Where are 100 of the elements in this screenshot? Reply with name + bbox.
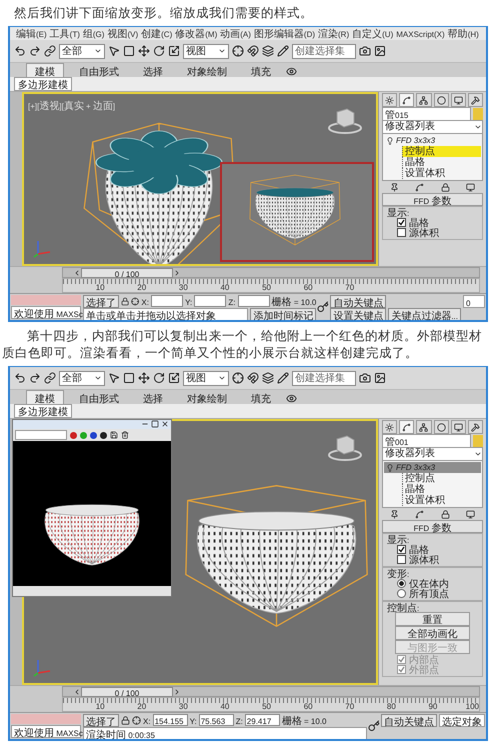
monitor-icon[interactable]	[466, 182, 475, 192]
move-icon[interactable]	[138, 372, 150, 384]
menu-item[interactable]: 创建(C)	[141, 27, 172, 40]
lightbulb-icon[interactable]	[386, 136, 394, 144]
object-color-swatch[interactable]	[473, 108, 483, 120]
key-filters-button[interactable]: 关键点过滤器...	[388, 308, 461, 320]
command-panel-tab[interactable]	[416, 420, 432, 434]
panel-button[interactable]: 全部动画化	[395, 626, 470, 640]
menu-item[interactable]: 图形编辑器(D)	[254, 27, 316, 40]
previous-icon[interactable]	[73, 268, 81, 276]
undo-icon[interactable]	[14, 45, 26, 57]
snap-icon[interactable]	[247, 45, 259, 57]
stack-item[interactable]: FFD 3x3x3	[384, 135, 481, 146]
stack-subitem[interactable]: 设置体积	[402, 495, 481, 506]
radio-button[interactable]	[397, 588, 406, 598]
key-icon[interactable]	[368, 720, 380, 732]
panel-tab-icon[interactable]	[470, 96, 480, 104]
command-panel-tab[interactable]	[468, 420, 484, 434]
auto-key-button[interactable]: 自动关键点	[381, 714, 437, 726]
pencil-icon[interactable]	[277, 45, 289, 57]
circle-icon[interactable]	[100, 432, 107, 438]
panel-tab-icon[interactable]	[436, 422, 446, 432]
radio-button[interactable]	[397, 578, 406, 588]
display-options-icon[interactable]	[286, 66, 297, 77]
stack-subitem[interactable]: 控制点	[402, 473, 481, 484]
auto-key-button[interactable]: 自动关键点	[330, 294, 386, 308]
channel-dropdown[interactable]	[15, 430, 67, 440]
key-icon[interactable]	[317, 301, 330, 313]
stack-subitem[interactable]: 设置体积	[402, 168, 481, 179]
crosshair-icon[interactable]	[132, 716, 141, 724]
link-icon[interactable]	[44, 372, 56, 384]
caret-icon[interactable]	[94, 374, 102, 382]
caret-icon[interactable]	[94, 47, 102, 55]
undo-icon[interactable]	[14, 372, 26, 384]
display-options-icon[interactable]	[286, 393, 297, 404]
selection-status[interactable]: 选择了	[83, 714, 119, 726]
ribbon-tab[interactable]: 填充	[242, 390, 280, 404]
link-icon[interactable]	[44, 45, 56, 57]
circle-icon[interactable]	[90, 432, 97, 438]
image-icon[interactable]	[374, 372, 386, 384]
panel-tab-icon[interactable]	[385, 422, 394, 432]
layers-icon[interactable]	[262, 372, 274, 384]
camera-icon[interactable]	[359, 372, 371, 384]
menu-item[interactable]: 编辑(E)	[16, 27, 47, 40]
maximize-icon[interactable]	[151, 420, 159, 428]
curve-icon[interactable]	[415, 510, 424, 518]
pin-icon[interactable]	[390, 182, 400, 192]
snap-icon[interactable]	[247, 372, 259, 384]
ribbon-tab[interactable]: 建模	[26, 63, 64, 77]
menu-item[interactable]: 修改器(M)	[175, 27, 218, 40]
time-slider-thumb[interactable]: 0 / 100	[81, 268, 173, 278]
caret-icon[interactable]	[218, 47, 226, 55]
scale-icon[interactable]	[168, 372, 180, 384]
menu-item[interactable]: 动画(A)	[220, 27, 251, 40]
coordinate-field[interactable]: 29.417	[244, 714, 280, 726]
previous-icon[interactable]	[73, 688, 81, 696]
next-icon[interactable]	[173, 268, 181, 276]
maxscript-field[interactable]: 欢迎使用 MAXSc	[11, 306, 81, 319]
modifier-list-dropdown[interactable]: 修改器列表	[382, 446, 483, 460]
checkbox[interactable]	[397, 228, 406, 236]
caret-icon[interactable]	[218, 374, 226, 382]
checkbox[interactable]	[397, 554, 406, 564]
command-panel-tab[interactable]	[450, 93, 466, 107]
trash-icon[interactable]	[121, 431, 129, 439]
select-icon[interactable]	[108, 45, 120, 57]
stack-item[interactable]: FFD 3x3x3	[384, 462, 481, 473]
coordinate-field[interactable]	[194, 295, 226, 307]
redo-icon[interactable]	[29, 45, 41, 57]
panel-tab-icon[interactable]	[419, 422, 428, 432]
lock-icon[interactable]	[121, 296, 130, 306]
lock-icon[interactable]	[121, 716, 130, 724]
layers-icon[interactable]	[262, 45, 274, 57]
close-icon[interactable]	[161, 420, 169, 428]
object-name-field[interactable]: 管001	[382, 434, 471, 448]
checkbox[interactable]	[397, 544, 406, 554]
ribbon-tab[interactable]: 填充	[242, 63, 280, 77]
coordinate-field[interactable]	[150, 295, 184, 307]
curve-icon[interactable]	[415, 182, 424, 192]
command-panel-tab[interactable]	[450, 420, 466, 434]
command-panel-tab[interactable]	[416, 93, 432, 107]
viewcube-icon[interactable]	[328, 433, 362, 461]
pencil-icon[interactable]	[277, 372, 289, 384]
frame-field[interactable]: 0	[463, 295, 485, 308]
coordinate-field[interactable]: 75.563	[198, 714, 234, 726]
move-icon[interactable]	[138, 45, 150, 57]
scale-icon[interactable]	[168, 45, 180, 57]
panel-tab-icon[interactable]	[402, 422, 412, 432]
image-icon[interactable]	[374, 45, 386, 57]
pivot-icon[interactable]	[232, 45, 244, 57]
selection-status[interactable]: 选择了	[83, 294, 119, 308]
named-selection-field[interactable]: 创建选择集	[292, 44, 356, 58]
maxscript-field[interactable]: 欢迎使用 MAXSc	[11, 725, 81, 738]
selection-filter-dropdown[interactable]: 全部	[59, 370, 105, 386]
command-panel-tab[interactable]	[468, 93, 484, 107]
next-icon[interactable]	[173, 688, 181, 696]
stack-subitem[interactable]: 晶格	[402, 157, 481, 168]
rotate-icon[interactable]	[153, 45, 165, 57]
panel-tab-icon[interactable]	[436, 96, 446, 104]
lock-icon[interactable]	[440, 510, 450, 518]
coordinate-field[interactable]: 154.155	[152, 714, 188, 726]
